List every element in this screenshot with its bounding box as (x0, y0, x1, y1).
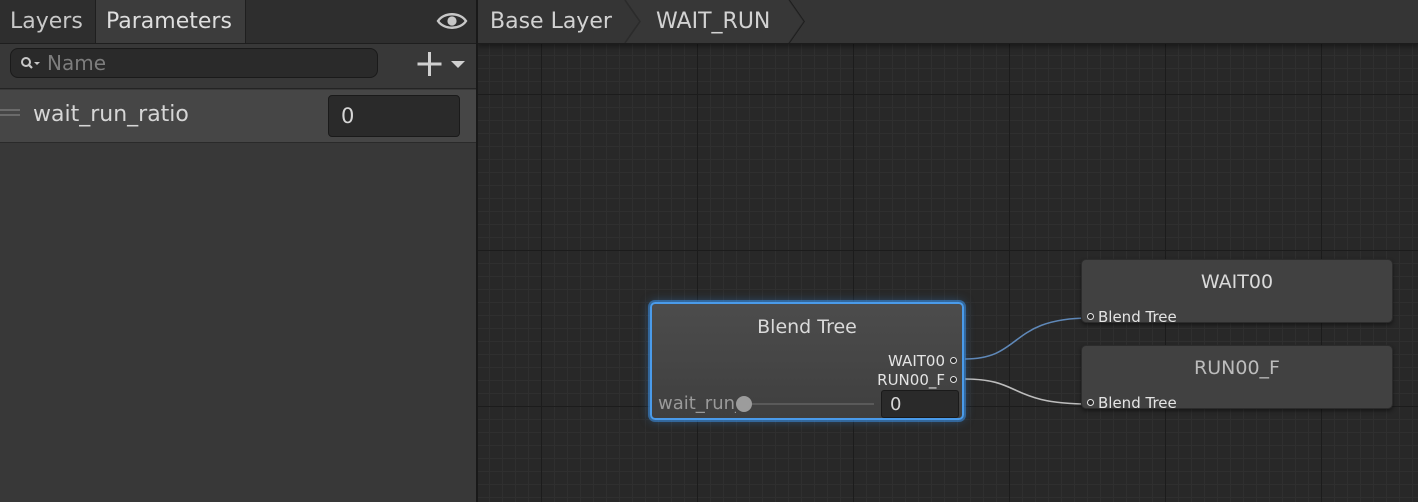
tab-layers[interactable]: Layers (0, 0, 96, 43)
breadcrumb-current[interactable]: WAIT_RUN (656, 9, 770, 34)
breadcrumb: Base Layer WAIT_RUN (478, 0, 1418, 44)
blend-value-field[interactable]: 0 (881, 390, 959, 418)
connection-run00-f (964, 378, 1091, 405)
drag-handle-icon[interactable] (0, 109, 20, 117)
output-port-dot[interactable] (950, 357, 957, 364)
animator-graph[interactable]: Base Layer WAIT_RUN Blend Tree WAIT00 RU… (478, 0, 1418, 502)
run00-f-node[interactable]: RUN00_F Blend Tree (1081, 345, 1393, 412)
node-title: Blend Tree (757, 316, 857, 338)
connection-wait00 (964, 317, 1091, 360)
parameters-panel: Layers Parameters wait_run_ratio 0 (0, 0, 476, 502)
output-port-label: RUN00_F (877, 371, 945, 389)
add-parameter-button[interactable] (414, 48, 468, 80)
parameter-row[interactable]: wait_run_ratio 0 (0, 90, 476, 143)
node-title: WAIT00 (1200, 271, 1274, 293)
blend-tree-node[interactable]: Blend Tree WAIT00 RUN00_F wait_run_ratio… (650, 302, 964, 420)
parameters-toolbar (0, 44, 476, 89)
search-icon[interactable] (19, 55, 41, 73)
input-port-dot[interactable] (1087, 399, 1094, 406)
tab-parameters[interactable]: Parameters (96, 0, 246, 43)
panel-tab-bar: Layers Parameters (0, 0, 476, 44)
parameter-value-field[interactable]: 0 (328, 95, 460, 137)
blend-slider-track[interactable] (744, 403, 874, 405)
input-port-dot[interactable] (1087, 313, 1094, 320)
connections (964, 317, 1091, 405)
chevron-down-icon (451, 61, 465, 68)
input-port-label: Blend Tree (1098, 394, 1177, 412)
search-box (10, 48, 378, 78)
blend-slider-handle[interactable] (736, 396, 752, 412)
output-port-dot[interactable] (950, 376, 957, 383)
blend-parameter-label: wait_run_ratio (658, 393, 736, 414)
input-port-label: Blend Tree (1098, 308, 1177, 326)
search-input[interactable] (47, 49, 367, 77)
breadcrumb-base-layer[interactable]: Base Layer (490, 9, 612, 34)
node-title: RUN00_F (1194, 357, 1280, 379)
wait00-node[interactable]: WAIT00 Blend Tree (1081, 259, 1393, 326)
output-port-label: WAIT00 (888, 352, 945, 370)
eye-icon[interactable] (436, 10, 468, 32)
parameter-name[interactable]: wait_run_ratio (33, 102, 189, 127)
